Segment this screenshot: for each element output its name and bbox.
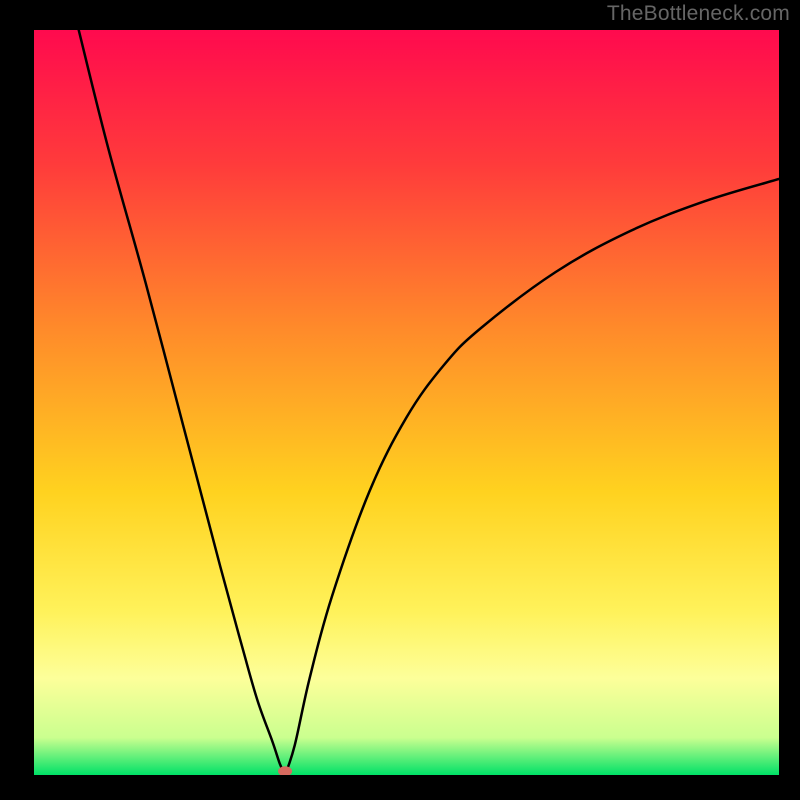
gradient-background xyxy=(34,30,779,775)
watermark-text: TheBottleneck.com xyxy=(607,2,790,26)
chart-frame: TheBottleneck.com xyxy=(0,0,800,800)
plot-area xyxy=(34,30,779,775)
chart-svg xyxy=(34,30,779,775)
